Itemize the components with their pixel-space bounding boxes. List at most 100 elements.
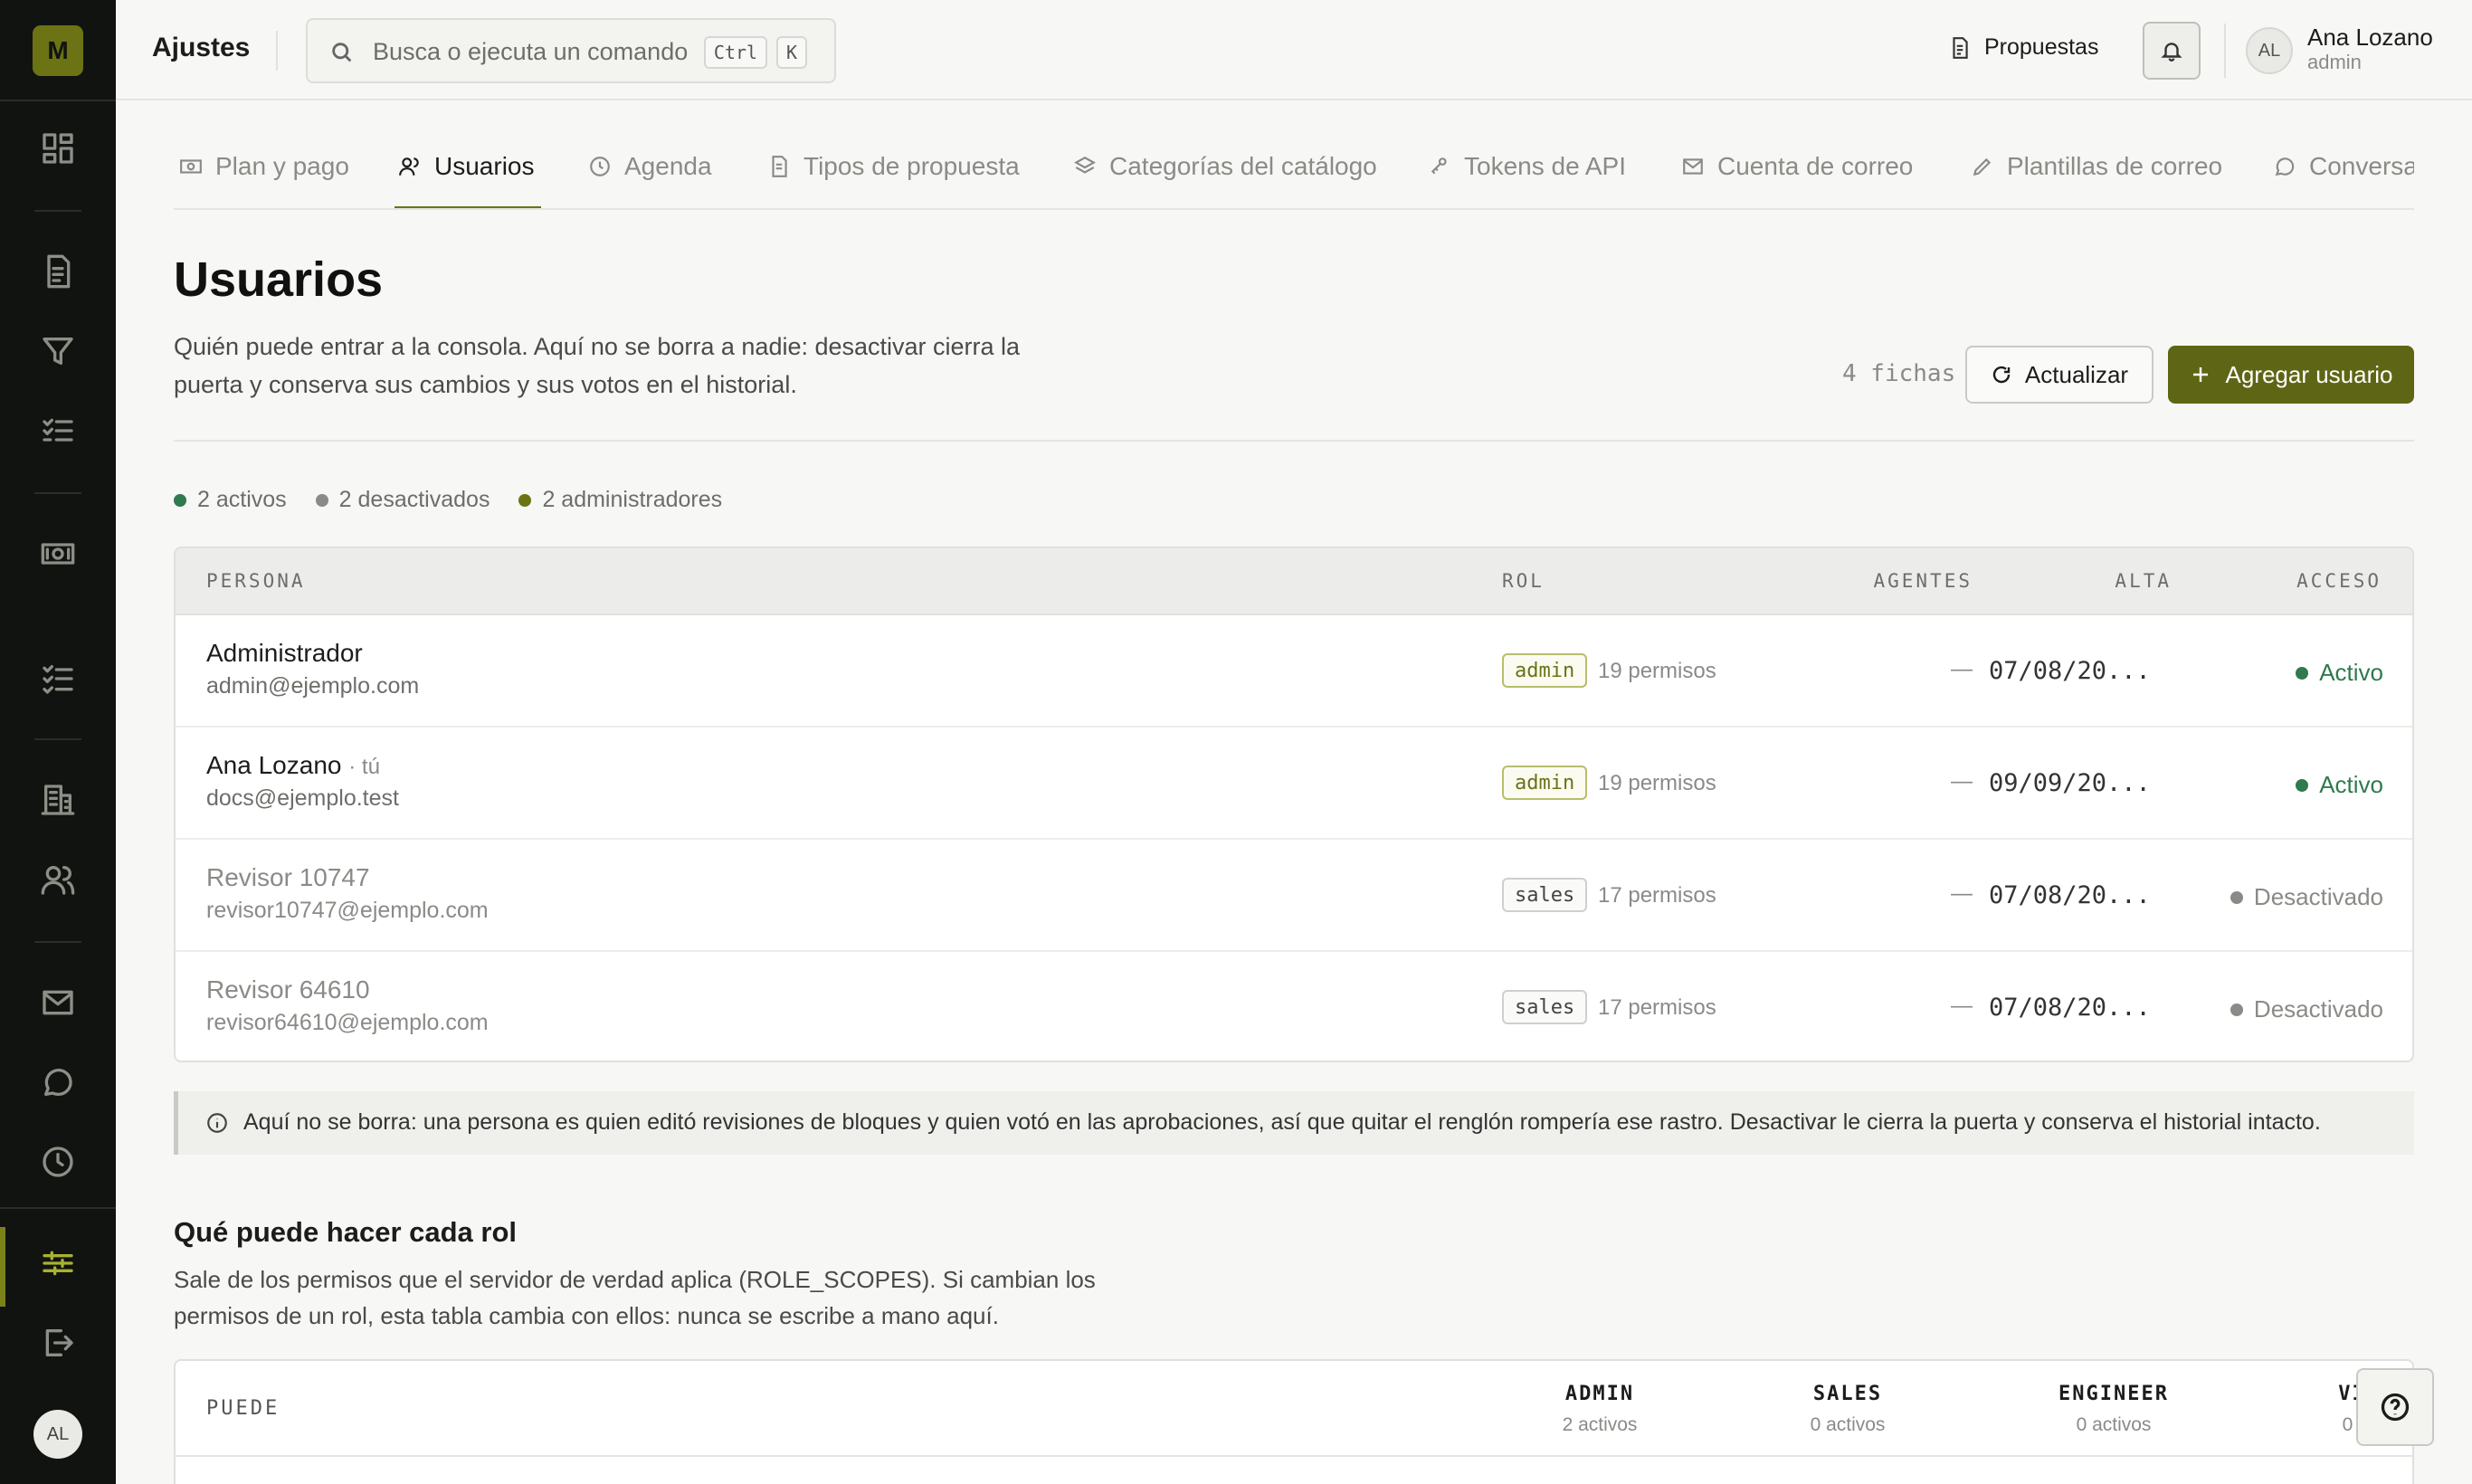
tab-cuenta-correo[interactable]: Cuenta de correo bbox=[1681, 152, 1913, 181]
created-date: 07/08/20... bbox=[1989, 657, 2151, 685]
notifications-button[interactable] bbox=[2143, 22, 2201, 80]
stat-admins: 2 administradores bbox=[518, 487, 722, 513]
divider bbox=[174, 440, 2414, 442]
table-row[interactable]: Ana Lozano · tú docs@ejemplo.test admin … bbox=[176, 728, 2412, 840]
role-name: SALES bbox=[1812, 1383, 1883, 1405]
bell-icon bbox=[2161, 43, 2182, 62]
sidebar-item-filter[interactable] bbox=[0, 315, 116, 387]
document-icon bbox=[47, 254, 71, 289]
created-date: 09/09/20... bbox=[1989, 769, 2151, 797]
refresh-button[interactable]: Actualizar bbox=[1965, 346, 2153, 404]
person-name: Administrador bbox=[206, 639, 363, 668]
logout-icon bbox=[45, 1329, 73, 1356]
stat-label: 2 administradores bbox=[542, 487, 723, 512]
add-user-button[interactable]: Agregar usuario bbox=[2168, 346, 2414, 404]
proposals-link-label: Propuestas bbox=[1984, 34, 2099, 60]
tab-label: Conversa bbox=[2309, 152, 2414, 180]
help-button[interactable] bbox=[2356, 1368, 2434, 1446]
sidebar-item-chat[interactable] bbox=[0, 1046, 116, 1118]
refresh-button-label: Actualizar bbox=[2024, 360, 2129, 388]
info-note-text: Aquí no se borra: una persona es quien e… bbox=[243, 1109, 2321, 1135]
tab-plan[interactable]: Plan y pago bbox=[179, 152, 349, 181]
user-avatar[interactable]: AL bbox=[2246, 27, 2293, 74]
document-icon bbox=[1953, 36, 1968, 59]
sidebar-item-mail[interactable] bbox=[0, 966, 116, 1039]
column-header-persona[interactable]: PERSONA bbox=[206, 570, 306, 592]
role-active-count: 0 activos bbox=[2076, 1414, 2152, 1435]
role-active-count: 2 activos bbox=[1562, 1414, 1638, 1435]
proposals-link[interactable]: Propuestas bbox=[1948, 34, 2098, 61]
filter-icon bbox=[43, 338, 73, 365]
sidebar-divider bbox=[34, 738, 81, 740]
tab-conversa[interactable]: Conversa bbox=[2273, 152, 2414, 181]
mail-icon bbox=[43, 990, 73, 1015]
search-input[interactable]: Busca o ejecuta un comando Ctrl K bbox=[306, 18, 836, 83]
sidebar-item-checklist[interactable] bbox=[0, 395, 116, 467]
sidebar-item-dashboard[interactable] bbox=[0, 112, 116, 185]
person-email: revisor10747@ejemplo.com bbox=[206, 898, 489, 923]
page-context-title: Ajustes bbox=[152, 33, 251, 62]
role-badge: admin bbox=[1502, 766, 1588, 800]
column-header-agentes[interactable]: AGENTES bbox=[1840, 570, 1973, 592]
add-user-button-label: Agregar usuario bbox=[2225, 360, 2393, 388]
person-name: Revisor 64610 bbox=[206, 975, 370, 1004]
sidebar-item-users[interactable] bbox=[0, 843, 116, 916]
sidebar-item-documents[interactable] bbox=[0, 235, 116, 308]
access-status[interactable]: Activo bbox=[2296, 659, 2383, 687]
money-icon bbox=[180, 159, 202, 174]
role-column-engineer: ENGINEER 0 activos bbox=[2023, 1383, 2204, 1436]
person-name-text: Revisor 10747 bbox=[206, 863, 370, 891]
tab-categorias[interactable]: Categorías del catálogo bbox=[1073, 152, 1377, 181]
person-email: revisor64610@ejemplo.com bbox=[206, 1010, 489, 1035]
access-status[interactable]: Desactivado bbox=[2230, 995, 2383, 1023]
status-dot bbox=[2296, 666, 2309, 680]
table-row[interactable]: Revisor 10747 revisor10747@ejemplo.com s… bbox=[176, 840, 2412, 952]
person-name-text: Revisor 64610 bbox=[206, 975, 370, 1004]
tab-label: Cuenta de correo bbox=[1717, 152, 1914, 180]
tasks-icon bbox=[43, 665, 73, 694]
app-logo[interactable]: M bbox=[33, 25, 83, 76]
record-count: 4 fichas bbox=[1842, 360, 1956, 387]
sidebar-item-settings[interactable] bbox=[0, 1227, 116, 1307]
search-icon bbox=[332, 43, 352, 62]
agents-count: — bbox=[1951, 881, 1973, 906]
access-label: Desactivado bbox=[2253, 995, 2383, 1023]
user-role: admin bbox=[2307, 51, 2362, 73]
column-header-alta[interactable]: ALTA bbox=[2085, 570, 2172, 592]
document-icon bbox=[772, 156, 787, 177]
role-column-sales: SALES 0 activos bbox=[1757, 1383, 1938, 1436]
tab-usuarios[interactable]: Usuarios bbox=[398, 152, 534, 181]
tab-tokens[interactable]: Tokens de API bbox=[1428, 152, 1626, 181]
layers-icon bbox=[1074, 157, 1096, 174]
column-header-acceso[interactable]: ACCESO bbox=[2248, 570, 2382, 592]
person-name-text: Ana Lozano bbox=[206, 751, 342, 779]
settings-icon bbox=[43, 1251, 73, 1276]
checklist-icon bbox=[43, 418, 73, 442]
table-row[interactable]: Revisor 64610 revisor64610@ejemplo.com s… bbox=[176, 952, 2412, 1061]
sidebar: M AL bbox=[0, 0, 116, 1484]
person-email: admin@ejemplo.com bbox=[206, 673, 420, 699]
user-name[interactable]: Ana Lozano bbox=[2307, 24, 2433, 52]
roles-table-header: PUEDE ADMIN 2 activos SALES 0 activos EN… bbox=[176, 1361, 2412, 1457]
sidebar-item-companies[interactable] bbox=[0, 764, 116, 836]
avatar[interactable]: AL bbox=[33, 1410, 82, 1459]
sidebar-item-logout[interactable] bbox=[0, 1307, 116, 1379]
sidebar-item-tasks[interactable] bbox=[0, 642, 116, 715]
info-icon bbox=[207, 1113, 227, 1133]
sidebar-item-billing[interactable] bbox=[0, 518, 116, 590]
role-active-count: 0 activos bbox=[1810, 1414, 1886, 1435]
kbd-ctrl: Ctrl bbox=[704, 36, 767, 69]
access-status[interactable]: Desactivado bbox=[2230, 883, 2383, 911]
clock-icon bbox=[590, 157, 610, 176]
sidebar-item-schedule[interactable] bbox=[0, 1126, 116, 1198]
tab-plantillas-correo[interactable]: Plantillas de correo bbox=[1971, 152, 2222, 181]
table-row[interactable]: Administrador admin@ejemplo.com admin 19… bbox=[176, 615, 2412, 728]
users-icon bbox=[399, 157, 419, 176]
column-header-rol[interactable]: ROL bbox=[1502, 570, 1545, 592]
plus-icon bbox=[2192, 367, 2208, 382]
tab-tipos-propuesta[interactable]: Tipos de propuesta bbox=[767, 152, 1020, 181]
access-status[interactable]: Activo bbox=[2296, 771, 2383, 799]
permission-count: 19 permisos bbox=[1598, 659, 1716, 683]
tab-agenda[interactable]: Agenda bbox=[588, 152, 712, 181]
sidebar-divider bbox=[0, 1207, 116, 1209]
